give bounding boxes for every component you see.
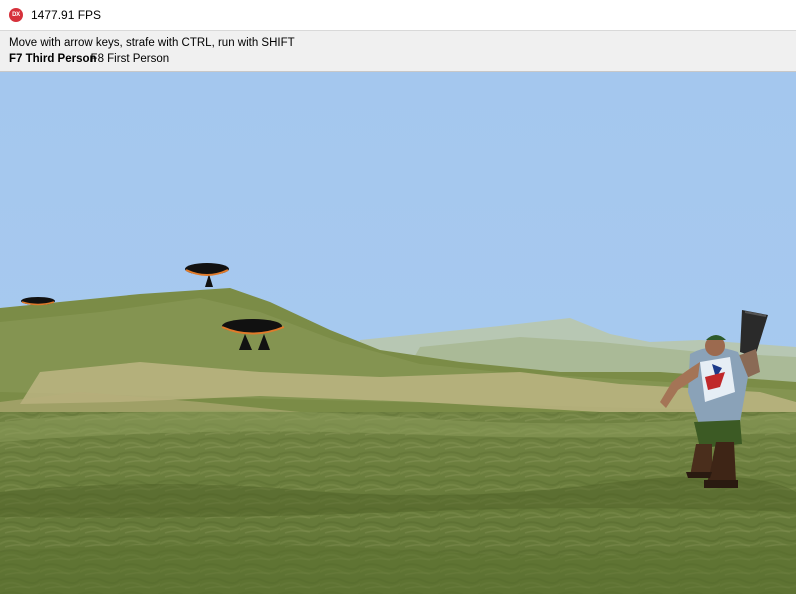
controls-instructions: Move with arrow keys, strafe with CTRL, … (9, 37, 295, 49)
game-viewport[interactable] (0, 72, 796, 594)
hud-info-panel: Move with arrow keys, strafe with CTRL, … (0, 31, 796, 72)
window-title: 1477.91 FPS (31, 8, 102, 22)
game-scene (0, 72, 796, 594)
dx-app-icon: DX (9, 8, 23, 22)
camera-mode-line: F7 Third PersonF8 First Person (9, 53, 169, 65)
camera-mode-third-person: F7 Third Person (9, 53, 97, 65)
window-titlebar[interactable]: DX 1477.91 FPS (0, 0, 796, 31)
camera-mode-first-person: F8 First Person (90, 53, 170, 65)
mushroom-tree-left (21, 297, 55, 306)
